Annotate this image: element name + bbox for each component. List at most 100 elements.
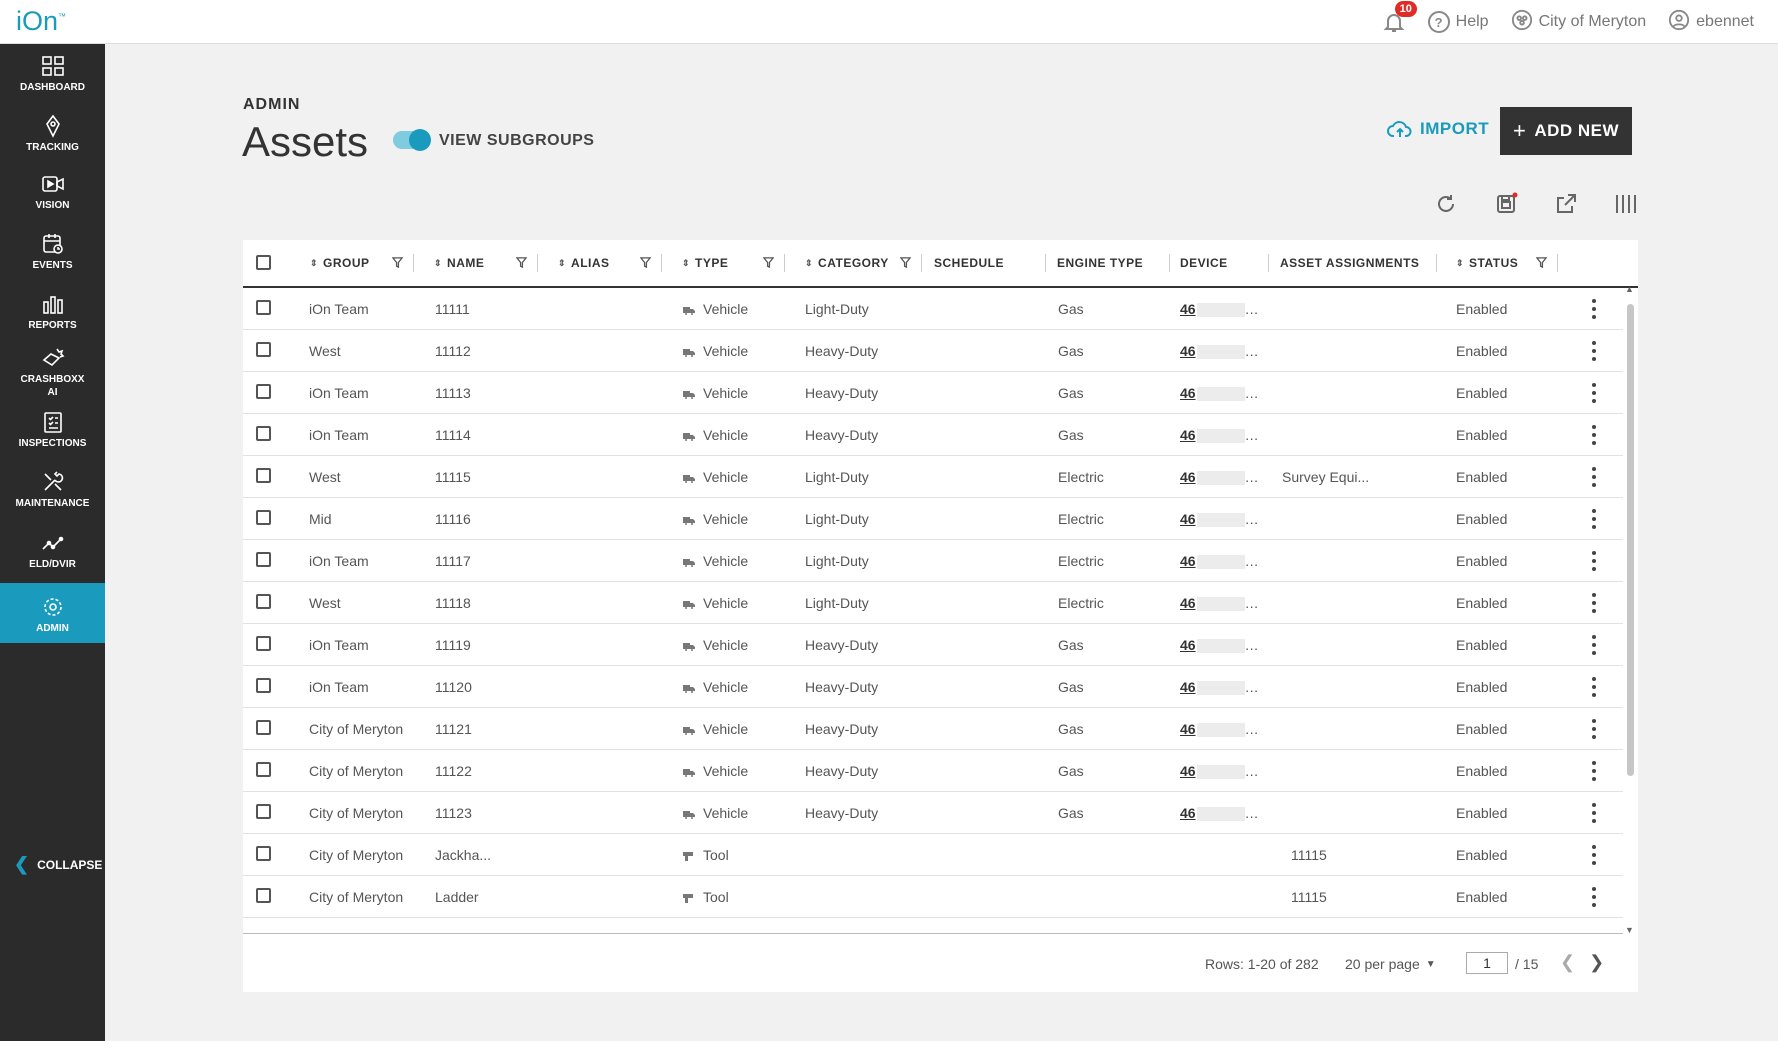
cell-device[interactable]: 46… — [1180, 595, 1259, 612]
table-row[interactable]: iOn Team 11111 Vehicle Light-Duty Gas 46… Enab… — [243, 288, 1623, 330]
row-checkbox[interactable] — [256, 426, 271, 441]
scrollbar-thumb[interactable] — [1627, 304, 1634, 776]
cell-device[interactable]: 46… — [1180, 721, 1259, 738]
device-link[interactable]: 46 — [1180, 427, 1196, 443]
device-link[interactable]: 46 — [1180, 805, 1196, 821]
col-header-schedule[interactable]: SCHEDULE — [934, 256, 1004, 270]
row-menu-icon[interactable] — [1591, 593, 1597, 613]
cell-device[interactable]: 46… — [1180, 679, 1259, 696]
col-header-status[interactable]: ⇕ STATUS — [1456, 256, 1518, 270]
row-checkbox[interactable] — [256, 804, 271, 819]
scroll-down-icon[interactable]: ▼ — [1625, 925, 1634, 935]
page-number-input[interactable] — [1466, 952, 1508, 974]
device-link[interactable]: 46 — [1180, 595, 1196, 611]
sidebar-item-reports[interactable]: REPORTS — [0, 292, 105, 347]
col-header-device[interactable]: DEVICE — [1180, 256, 1228, 270]
device-link[interactable]: 46 — [1180, 469, 1196, 485]
row-menu-icon[interactable] — [1591, 761, 1597, 781]
row-menu-icon[interactable] — [1591, 635, 1597, 655]
cell-device[interactable]: 46… — [1180, 637, 1259, 654]
device-link[interactable]: 46 — [1180, 511, 1196, 527]
device-link[interactable]: 46 — [1180, 385, 1196, 401]
table-row[interactable]: West 11118 Vehicle Light-Duty Electric 46… Ena… — [243, 582, 1623, 624]
import-button[interactable]: IMPORT — [1387, 119, 1489, 139]
select-all-checkbox[interactable] — [256, 255, 271, 270]
add-new-button[interactable]: + ADD NEW — [1500, 107, 1632, 155]
cell-device[interactable]: 46… — [1180, 427, 1259, 444]
vertical-scrollbar[interactable]: ▲ ▼ — [1625, 284, 1635, 935]
collapse-button[interactable]: ❮ COLLAPSE — [14, 854, 102, 875]
user-menu[interactable]: ebennet — [1668, 9, 1754, 36]
table-row[interactable]: Mid 11116 Vehicle Light-Duty Electric 46… Enab… — [243, 498, 1623, 540]
per-page-select[interactable]: 20 per page ▼ — [1345, 956, 1436, 972]
table-row[interactable]: iOn Team 11119 Vehicle Heavy-Duty Gas 46… Enab… — [243, 624, 1623, 666]
sidebar-item-vision[interactable]: VISION — [0, 172, 105, 222]
row-checkbox[interactable] — [256, 468, 271, 483]
columns-icon[interactable] — [1612, 190, 1640, 218]
cell-device[interactable]: 46… — [1180, 343, 1259, 360]
sidebar-item-eld-dvir[interactable]: ELD/DVIR — [0, 531, 105, 586]
sidebar-item-crashboxx[interactable]: CRASHBOXX AI — [0, 346, 105, 411]
row-menu-icon[interactable] — [1591, 719, 1597, 739]
refresh-icon[interactable] — [1432, 190, 1460, 218]
device-link[interactable]: 46 — [1180, 343, 1196, 359]
col-header-name[interactable]: ⇕ NAME — [434, 256, 484, 270]
row-menu-icon[interactable] — [1591, 845, 1597, 865]
sidebar-item-admin[interactable]: ADMIN — [0, 583, 105, 643]
prev-page-icon[interactable]: ❮ — [1560, 952, 1575, 973]
row-menu-icon[interactable] — [1591, 299, 1597, 319]
row-checkbox[interactable] — [256, 342, 271, 357]
org-selector[interactable]: City of Meryton — [1511, 9, 1646, 36]
cell-device[interactable]: 46… — [1180, 763, 1259, 780]
sidebar-item-events[interactable]: EVENTS — [0, 232, 105, 287]
filter-icon[interactable] — [1536, 257, 1547, 268]
sidebar-item-maintenance[interactable]: MAINTENANCE — [0, 470, 105, 525]
row-menu-icon[interactable] — [1591, 509, 1597, 529]
cell-device[interactable]: 46… — [1180, 511, 1259, 528]
filter-icon[interactable] — [900, 257, 911, 268]
row-menu-icon[interactable] — [1591, 551, 1597, 571]
table-row[interactable]: West 11112 Vehicle Heavy-Duty Gas 46… Enabled — [243, 330, 1623, 372]
table-row[interactable]: iOn Team 11120 Vehicle Heavy-Duty Gas 46… Enab… — [243, 666, 1623, 708]
table-row[interactable]: City of Meryton 11122 Vehicle Heavy-Duty Gas… — [243, 750, 1623, 792]
row-menu-icon[interactable] — [1591, 341, 1597, 361]
row-checkbox[interactable] — [256, 762, 271, 777]
device-link[interactable]: 46 — [1180, 301, 1196, 317]
row-checkbox[interactable] — [256, 720, 271, 735]
cell-device[interactable]: 46… — [1180, 553, 1259, 570]
row-checkbox[interactable] — [256, 384, 271, 399]
filter-icon[interactable] — [640, 257, 651, 268]
row-menu-icon[interactable] — [1591, 425, 1597, 445]
row-checkbox[interactable] — [256, 678, 271, 693]
row-checkbox[interactable] — [256, 594, 271, 609]
row-menu-icon[interactable] — [1591, 887, 1597, 907]
help-link[interactable]: ? Help — [1427, 11, 1489, 33]
device-link[interactable]: 46 — [1180, 721, 1196, 737]
col-header-asset-assignments[interactable]: ASSET ASSIGNMENTS — [1280, 256, 1419, 270]
col-header-engine-type[interactable]: ENGINE TYPE — [1057, 256, 1143, 270]
row-menu-icon[interactable] — [1591, 467, 1597, 487]
notifications-button[interactable]: 10 — [1382, 1, 1417, 34]
col-header-category[interactable]: ⇕ CATEGORY — [805, 256, 889, 270]
row-checkbox[interactable] — [256, 846, 271, 861]
device-link[interactable]: 46 — [1180, 637, 1196, 653]
table-row[interactable]: City of Meryton 11123 Vehicle Heavy-Duty Gas… — [243, 792, 1623, 834]
row-checkbox[interactable] — [256, 510, 271, 525]
col-header-alias[interactable]: ⇕ ALIAS — [558, 256, 610, 270]
view-subgroups-toggle[interactable] — [393, 129, 431, 151]
cell-device[interactable]: 46… — [1180, 301, 1259, 318]
cell-device[interactable]: 46… — [1180, 385, 1259, 402]
table-row[interactable]: iOn Team 11113 Vehicle Heavy-Duty Gas 46… Enab… — [243, 372, 1623, 414]
saved-views-icon[interactable] — [1492, 190, 1520, 218]
table-row[interactable]: City of Meryton Ladder Tool 11115 Enabled — [243, 876, 1623, 918]
cell-device[interactable]: 46… — [1180, 469, 1259, 486]
next-page-icon[interactable]: ❯ — [1589, 952, 1604, 973]
row-checkbox[interactable] — [256, 300, 271, 315]
table-row[interactable]: West 11115 Vehicle Light-Duty Electric 46… Sur… — [243, 456, 1623, 498]
row-checkbox[interactable] — [256, 552, 271, 567]
ion-logo[interactable]: iOn™ — [16, 6, 66, 37]
table-row[interactable]: iOn Team 11114 Vehicle Heavy-Duty Gas 46… Enab… — [243, 414, 1623, 456]
row-checkbox[interactable] — [256, 888, 271, 903]
filter-icon[interactable] — [516, 257, 527, 268]
row-menu-icon[interactable] — [1591, 803, 1597, 823]
